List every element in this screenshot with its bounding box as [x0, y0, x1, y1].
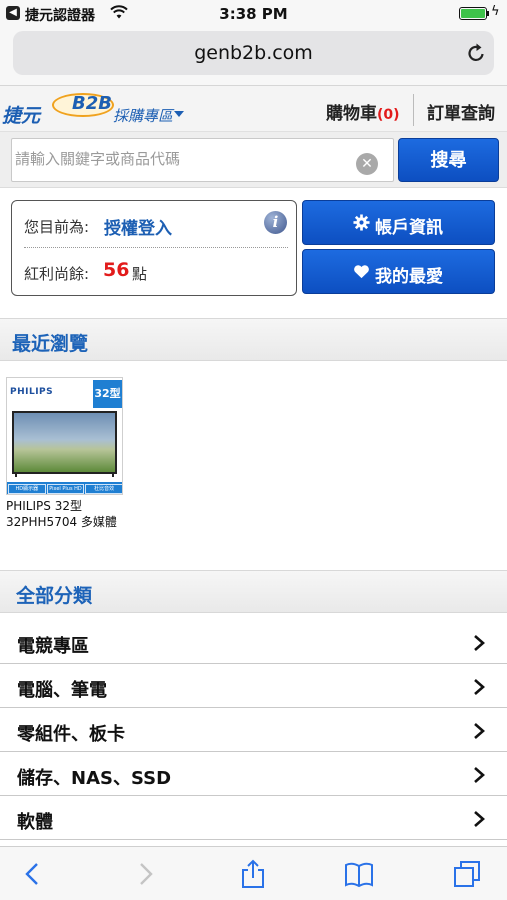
- category-item-computers[interactable]: 電腦、筆電: [0, 665, 507, 708]
- recent-section-title: 最近瀏覽: [12, 333, 89, 355]
- site-header: 捷元 B2B 採購專區 購物車(0) 訂單查詢: [0, 86, 507, 132]
- account-summary: 您目前為: 授權登入 i 紅利尚餘: 56 點: [11, 200, 297, 296]
- chevron-left-icon[interactable]: [18, 859, 48, 889]
- category-label: 電競專區: [17, 636, 89, 657]
- category-section-title: 全部分類: [16, 585, 93, 607]
- battery-tip: [487, 11, 489, 16]
- chevron-right-icon: [474, 635, 485, 651]
- product-size-badge: 32型: [93, 380, 122, 408]
- tv-picture: [12, 411, 117, 474]
- recent-product-card[interactable]: PHILIPS 32型 HD顯示器 Pixel Plus HD 杜比音效 PHI…: [6, 377, 126, 537]
- cart-link[interactable]: 購物車(0): [326, 99, 400, 124]
- info-icon[interactable]: i: [264, 211, 287, 234]
- book-icon[interactable]: [344, 859, 374, 889]
- tabs-icon[interactable]: [452, 859, 482, 889]
- chevron-right-icon: [474, 767, 485, 783]
- gear-icon: [353, 214, 370, 231]
- login-status-value: 授權登入: [104, 219, 172, 239]
- login-status-label: 您目前為:: [24, 218, 90, 236]
- category-label: 電腦、筆電: [17, 680, 107, 701]
- search-button[interactable]: 搜尋: [398, 138, 499, 182]
- clock: 3:38 PM: [219, 5, 288, 23]
- chevron-right-icon[interactable]: [130, 859, 160, 889]
- category-item-components[interactable]: 零組件、板卡: [0, 709, 507, 752]
- reload-icon[interactable]: [465, 42, 487, 64]
- site-logo[interactable]: 捷元 B2B 採購專區: [2, 89, 192, 129]
- cart-count-badge: (0): [377, 107, 400, 123]
- clear-icon[interactable]: ✕: [356, 153, 378, 175]
- logo-badge-text: B2B: [72, 93, 112, 114]
- header-divider: [413, 94, 414, 126]
- recent-section-header: 最近瀏覽: [0, 318, 507, 361]
- favorites-label: 我的最愛: [375, 267, 443, 287]
- divider: [24, 247, 288, 248]
- status-bar: ◀ 捷元認證器 3:38 PM ϟ: [0, 0, 507, 28]
- product-image[interactable]: PHILIPS 32型 HD顯示器 Pixel Plus HD 杜比音效: [6, 377, 123, 495]
- browser-address-area: genb2b.com: [0, 28, 507, 86]
- product-feature: HD顯示器: [8, 484, 46, 494]
- category-item-software[interactable]: 軟體: [0, 797, 507, 840]
- product-brand: PHILIPS: [10, 387, 54, 397]
- caret-down-icon[interactable]: [174, 111, 184, 117]
- logo-text-right: 採購專區: [113, 107, 174, 125]
- category-label: 零組件、板卡: [17, 724, 125, 745]
- address-bar[interactable]: genb2b.com: [13, 31, 494, 75]
- product-feature: Pixel Plus HD: [46, 484, 85, 494]
- category-label: 軟體: [17, 812, 53, 833]
- category-item-storage[interactable]: 儲存、NAS、SSD: [0, 753, 507, 796]
- search-placeholder: 請輸入關鍵字或商品代碼: [15, 150, 181, 168]
- account-info-label: 帳戶資訊: [375, 218, 443, 238]
- battery-icon: [459, 7, 487, 20]
- logo-text-left: 捷元: [2, 105, 41, 127]
- chevron-right-icon: [474, 679, 485, 695]
- bonus-label: 紅利尚餘:: [24, 265, 90, 283]
- product-name[interactable]: PHILIPS 32型 32PHH5704 多媒體: [6, 498, 131, 530]
- account-info-button[interactable]: 帳戶資訊: [302, 200, 495, 245]
- share-icon[interactable]: [238, 859, 268, 889]
- browser-toolbar: [0, 846, 507, 900]
- charging-icon: ϟ: [491, 4, 500, 19]
- tv-stand: [15, 474, 114, 477]
- category-item-esports[interactable]: 電競專區: [0, 621, 507, 664]
- bonus-points: 56: [103, 259, 130, 281]
- bonus-unit: 點: [132, 265, 148, 283]
- chevron-right-icon: [474, 723, 485, 739]
- product-feature: 杜比音效: [85, 484, 122, 494]
- url-text[interactable]: genb2b.com: [13, 42, 494, 64]
- order-query-link[interactable]: 訂單查詢: [427, 99, 495, 124]
- category-section-header: 全部分類: [0, 570, 507, 613]
- heart-icon: [354, 265, 369, 279]
- search-bar: 請輸入關鍵字或商品代碼 ✕ 搜尋: [0, 132, 507, 188]
- product-feature-strip: HD顯示器 Pixel Plus HD 杜比音效: [7, 482, 122, 494]
- favorites-button[interactable]: 我的最愛: [302, 249, 495, 294]
- category-label: 儲存、NAS、SSD: [17, 768, 172, 789]
- chevron-right-icon: [474, 811, 485, 827]
- cart-label: 購物車: [326, 104, 377, 124]
